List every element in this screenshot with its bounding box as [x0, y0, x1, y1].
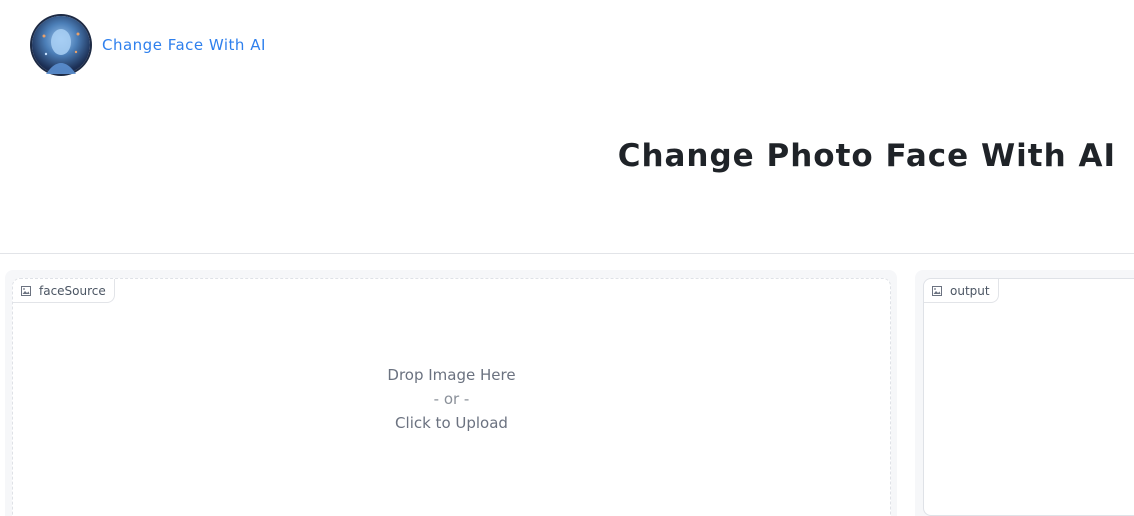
image-icon	[21, 285, 31, 296]
ai-face-avatar-icon	[32, 16, 90, 74]
brand-text: Change Face With AI	[102, 36, 266, 54]
drop-instructions: Drop Image Here - or - Click to Upload	[13, 363, 890, 435]
header-divider	[0, 253, 1134, 254]
click-to-upload-text: Click to Upload	[395, 414, 508, 432]
output-image-area: output	[923, 278, 1134, 516]
image-icon	[932, 285, 942, 296]
face-source-panel: faceSource Drop Image Here - or - Click …	[5, 270, 897, 516]
page: Change Face With AI Change Photo Face Wi…	[0, 0, 1134, 516]
output-label-tag: output	[924, 279, 999, 303]
output-panel: output	[915, 270, 1134, 516]
or-separator-text: - or -	[433, 390, 470, 408]
drop-image-text: Drop Image Here	[387, 366, 516, 384]
face-source-upload-dropzone[interactable]: faceSource Drop Image Here - or - Click …	[12, 278, 891, 516]
face-source-label-tag: faceSource	[13, 279, 115, 303]
brand-link[interactable]: Change Face With AI	[32, 16, 266, 74]
face-source-label: faceSource	[39, 283, 106, 298]
page-title: Change Photo Face With AI	[617, 138, 1116, 174]
output-label: output	[950, 283, 990, 298]
